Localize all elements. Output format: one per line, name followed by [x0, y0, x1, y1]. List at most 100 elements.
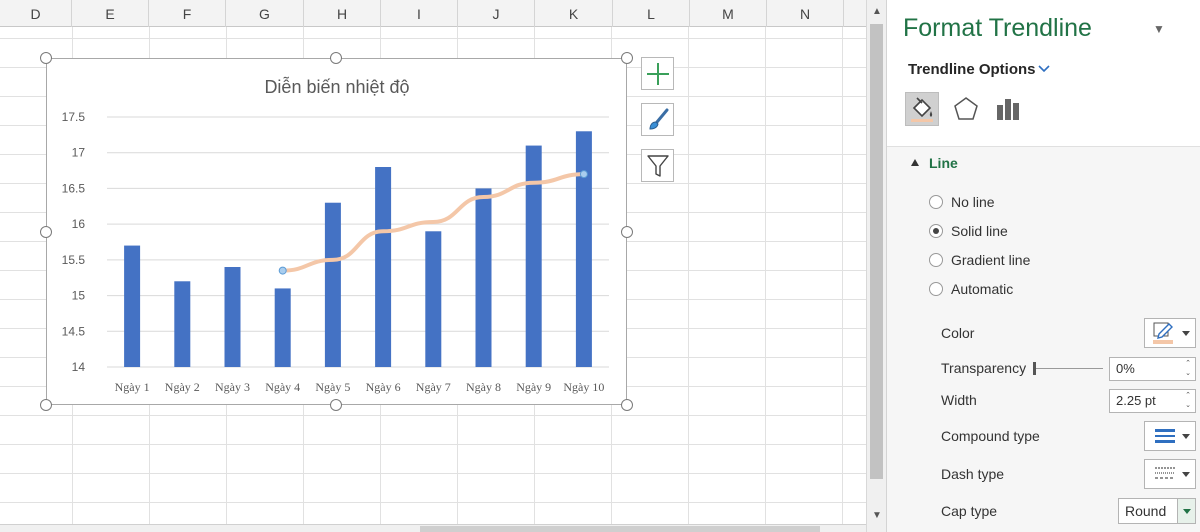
vertical-scroll-thumb[interactable] — [870, 24, 883, 479]
line-section-header[interactable]: Line — [929, 155, 958, 171]
resize-handle-bottom-left[interactable] — [40, 399, 52, 411]
bar — [274, 288, 291, 367]
column-header-n[interactable]: N — [767, 0, 844, 27]
cap-type-select[interactable]: Round — [1118, 498, 1196, 524]
scroll-up-arrow-icon[interactable]: ▲ — [869, 4, 885, 20]
tab-trendline-options[interactable] — [991, 92, 1025, 126]
vertical-scrollbar[interactable]: ▲ ▼ — [866, 0, 886, 532]
y-tick-label: 15 — [72, 289, 86, 303]
bar — [525, 145, 542, 367]
paintbrush-icon — [648, 108, 668, 130]
compound-type-label: Compound type — [941, 428, 1040, 444]
transparency-label: Transparency — [941, 360, 1027, 376]
chart-canvas: 1414.51515.51616.51717.5 Ngày 1 Ngày 2 Ngà… — [62, 76, 609, 394]
bar — [375, 167, 392, 367]
y-axis-ticks: 14 14.5 15 15.5 16 16.5 17 17.5 — [62, 110, 86, 374]
bar-chart-icon — [997, 99, 1019, 120]
column-header-k[interactable]: K — [535, 0, 613, 27]
radio-button[interactable] — [929, 282, 943, 296]
transparency-slider[interactable] — [1033, 368, 1103, 369]
y-tick-label: 14 — [72, 360, 86, 374]
column-header-e[interactable]: E — [72, 0, 149, 27]
bar — [324, 202, 341, 367]
resize-handle-top[interactable] — [330, 52, 342, 64]
transparency-value: 0% — [1116, 361, 1135, 376]
tab-fill-line[interactable] — [905, 92, 939, 126]
column-header-l[interactable]: L — [613, 0, 690, 27]
radio-button[interactable] — [929, 195, 943, 209]
chevron-down-icon — [1182, 331, 1190, 336]
pane-options-dropdown-icon[interactable]: ▼ — [1153, 22, 1165, 36]
column-header-d[interactable]: D — [0, 0, 72, 27]
column-header-j[interactable]: J — [458, 0, 535, 27]
trendline-endpoint-handle — [579, 170, 588, 179]
y-tick-label: 16 — [72, 217, 86, 231]
radio-gradient-line[interactable]: Gradient line — [929, 250, 1030, 270]
x-tick-label: Ngày 5 — [315, 380, 350, 394]
paint-bucket-icon — [911, 97, 933, 122]
chevron-down-icon[interactable] — [1177, 499, 1195, 523]
spinner-arrows-icon[interactable]: ⌃ ⌄ — [1183, 391, 1193, 411]
radio-automatic[interactable]: Automatic — [929, 279, 1013, 299]
trendline-options-dropdown[interactable]: Trendline Options — [908, 61, 1036, 78]
column-header-bar: D E F G H I J K L M N — [0, 0, 866, 27]
y-tick-label: 16.5 — [62, 181, 86, 195]
radio-solid-line[interactable]: Solid line — [929, 221, 1008, 241]
resize-handle-bottom-right[interactable] — [621, 399, 633, 411]
color-picker-button[interactable] — [1144, 318, 1196, 348]
column-header-f[interactable]: F — [149, 0, 226, 27]
y-tick-label: 17 — [72, 146, 86, 160]
bar — [174, 281, 191, 367]
compound-type-dropdown[interactable] — [1144, 421, 1196, 451]
radio-button[interactable] — [929, 253, 943, 267]
resize-handle-bottom[interactable] — [330, 399, 342, 411]
radio-button-selected[interactable] — [929, 224, 943, 238]
radio-label: Automatic — [951, 281, 1014, 297]
resize-handle-top-right[interactable] — [621, 52, 633, 64]
x-tick-label: Ngày 3 — [215, 380, 250, 394]
chart-filters-button[interactable] — [641, 149, 674, 182]
spinner-arrows-icon[interactable]: ⌃ ⌄ — [1183, 359, 1193, 379]
column-header-m[interactable]: M — [690, 0, 767, 27]
resize-handle-top-left[interactable] — [40, 52, 52, 64]
scroll-down-arrow-icon[interactable]: ▼ — [869, 508, 885, 524]
format-trendline-pane: Format Trendline ▼ Trendline Options Lin… — [886, 0, 1200, 532]
cap-type-label: Cap type — [941, 503, 998, 519]
horizontal-scroll-thumb[interactable] — [420, 526, 820, 532]
resize-handle-right[interactable] — [621, 226, 633, 238]
x-tick-label: Ngày 7 — [416, 380, 451, 394]
radio-no-line[interactable]: No line — [929, 192, 995, 212]
pane-title: Format Trendline — [903, 14, 1092, 42]
bar — [425, 231, 442, 367]
compound-lines-icon — [1155, 429, 1175, 443]
x-tick-label: Ngày 1 — [115, 380, 150, 394]
x-tick-label: Ngày 2 — [165, 380, 200, 394]
horizontal-scrollbar[interactable] — [0, 524, 866, 532]
trendline-endpoint-handle — [278, 266, 287, 275]
chart-title[interactable]: Diễn biến nhiệt độ — [264, 76, 409, 97]
chevron-down-icon[interactable] — [1037, 62, 1051, 76]
x-axis-ticks: Ngày 1 Ngày 2 Ngày 3 Ngày 4 Ngày 5 Ngày 6 Ngày… — [115, 380, 605, 394]
chart-elements-button[interactable] — [641, 57, 674, 90]
transparency-input[interactable]: 0% ⌃ ⌄ — [1109, 357, 1196, 381]
x-tick-label: Ngày 10 — [563, 380, 604, 394]
width-input[interactable]: 2.25 pt ⌃ ⌄ — [1109, 389, 1196, 413]
excel-window: D E F G H I J K L M N 14 14.5 15 15.5 16 16.5… — [0, 0, 1200, 532]
y-tick-label: 15.5 — [62, 253, 86, 267]
radio-label: Solid line — [951, 223, 1008, 239]
column-header-g[interactable]: G — [226, 0, 304, 27]
pentagon-icon — [954, 97, 978, 120]
column-header-i[interactable]: I — [381, 0, 458, 27]
dash-lines-icon — [1155, 467, 1175, 479]
width-label: Width — [941, 392, 977, 408]
tab-effects[interactable] — [949, 92, 983, 126]
collapse-triangle-icon[interactable] — [911, 159, 919, 166]
transparency-slider-knob[interactable] — [1033, 362, 1036, 375]
column-header-h[interactable]: H — [304, 0, 381, 27]
radio-label: No line — [951, 194, 995, 210]
chart-object[interactable]: 14 14.5 15 15.5 16 16.5 17 17.5 Ngày 1 Ngày 2 Ngà… — [46, 58, 627, 405]
resize-handle-left[interactable] — [40, 226, 52, 238]
y-tick-label: 17.5 — [62, 110, 86, 124]
dash-type-dropdown[interactable] — [1144, 459, 1196, 489]
chart-styles-button[interactable] — [641, 103, 674, 136]
